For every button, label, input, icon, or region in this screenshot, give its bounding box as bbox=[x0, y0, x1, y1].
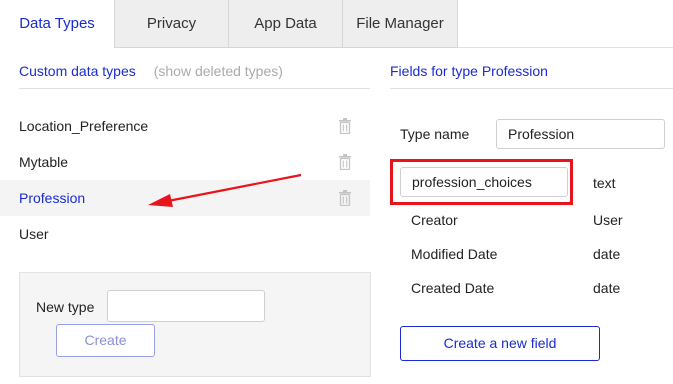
type-label: Mytable bbox=[19, 154, 69, 170]
field-type: date bbox=[593, 246, 621, 262]
tab-divider bbox=[458, 47, 673, 48]
type-name-label: Type name bbox=[400, 126, 470, 142]
type-row-user[interactable]: User bbox=[19, 216, 370, 252]
field-type: User bbox=[593, 212, 623, 228]
tab-privacy[interactable]: Privacy bbox=[115, 0, 229, 48]
new-type-panel: New type Create bbox=[19, 272, 371, 377]
field-type: date bbox=[593, 280, 621, 296]
trash-icon[interactable] bbox=[338, 154, 352, 170]
create-new-field-button[interactable]: Create a new field bbox=[400, 326, 600, 361]
trash-icon[interactable] bbox=[338, 118, 352, 134]
field-name[interactable]: Created Date bbox=[411, 280, 494, 296]
new-type-label: New type bbox=[36, 299, 95, 315]
tab-app-data[interactable]: App Data bbox=[229, 0, 343, 48]
type-label: User bbox=[19, 226, 49, 242]
field-name[interactable]: Creator bbox=[411, 212, 458, 228]
type-row-profession[interactable]: Profession bbox=[0, 180, 370, 216]
left-divider bbox=[19, 88, 370, 89]
field-type: text bbox=[593, 175, 616, 191]
annotation-highlight-box bbox=[390, 159, 573, 205]
field-name[interactable]: Modified Date bbox=[411, 246, 497, 262]
tab-data-types[interactable]: Data Types bbox=[0, 0, 115, 48]
tab-file-manager[interactable]: File Manager bbox=[343, 0, 458, 48]
type-label: Profession bbox=[19, 190, 86, 206]
new-type-input[interactable] bbox=[107, 290, 265, 322]
create-type-button[interactable]: Create bbox=[56, 324, 155, 357]
type-label: Location_Preference bbox=[19, 118, 149, 134]
custom-types-header: Custom data types (show deleted types) bbox=[19, 63, 283, 79]
trash-icon[interactable] bbox=[338, 190, 352, 206]
right-divider bbox=[390, 88, 673, 89]
tab-bar: Data Types Privacy App Data File Manager bbox=[0, 0, 673, 48]
custom-types-title: Custom data types bbox=[19, 63, 136, 79]
show-deleted-types-link[interactable]: (show deleted types) bbox=[154, 63, 283, 79]
fields-title: Fields for type Profession bbox=[390, 63, 548, 79]
type-name-input[interactable]: Profession bbox=[496, 119, 665, 149]
type-row-mytable[interactable]: Mytable bbox=[19, 144, 370, 180]
type-row-location-preference[interactable]: Location_Preference bbox=[19, 108, 370, 144]
